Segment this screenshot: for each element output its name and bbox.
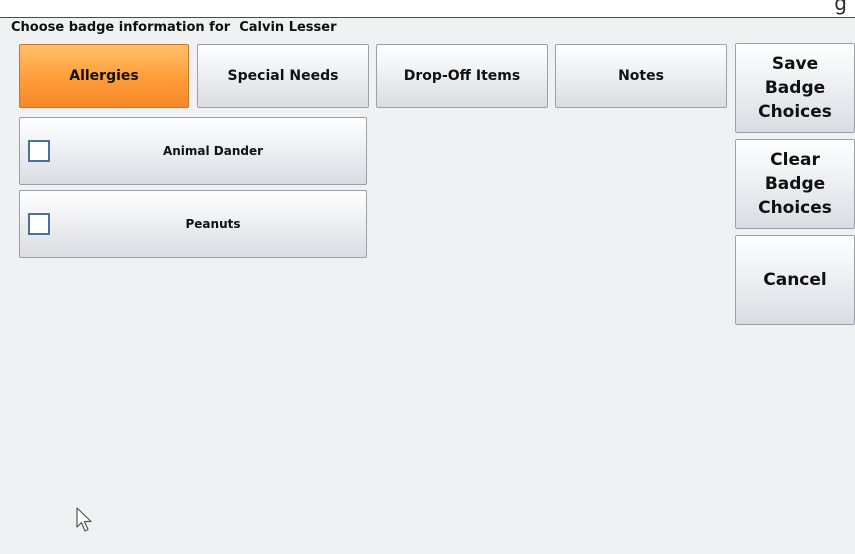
save-button-line-1: Save <box>771 54 819 74</box>
top-strip-glyph-icon: g <box>834 0 847 15</box>
tab-allergies[interactable]: Allergies <box>19 44 189 108</box>
animal-dander-label: Animal Dander <box>162 144 264 158</box>
tab-notes[interactable]: Notes <box>555 44 727 108</box>
save-button-line-2: Badge <box>764 78 826 98</box>
tab-special-needs[interactable]: Special Needs <box>197 44 369 108</box>
save-button-line-3: Choices <box>758 102 832 122</box>
peanuts-label: Peanuts <box>185 217 241 231</box>
clear-button-line-1: Clear <box>770 150 820 170</box>
cancel-button[interactable]: Cancel <box>735 235 855 325</box>
peanuts-checkbox[interactable] <box>28 213 50 235</box>
arrow-cursor-icon <box>76 507 92 532</box>
animal-dander-checkbox[interactable] <box>28 140 50 162</box>
page-title: Choose badge information for Calvin Less… <box>11 20 337 35</box>
clear-button-line-3: Choices <box>758 198 832 218</box>
tab-drop-off-items[interactable]: Drop-Off Items <box>376 44 548 108</box>
badge-item-animal-dander[interactable]: Animal Dander <box>19 117 367 185</box>
badge-choices-window: g Choose badge information for Calvin Le… <box>0 0 855 554</box>
clear-button-line-2: Badge <box>764 174 826 194</box>
badge-item-peanuts[interactable]: Peanuts <box>19 190 367 258</box>
clear-badge-choices-button[interactable]: Clear Badge Choices <box>735 139 855 229</box>
save-badge-choices-button[interactable]: Save Badge Choices <box>735 43 855 133</box>
window-top-strip: g <box>0 0 855 18</box>
